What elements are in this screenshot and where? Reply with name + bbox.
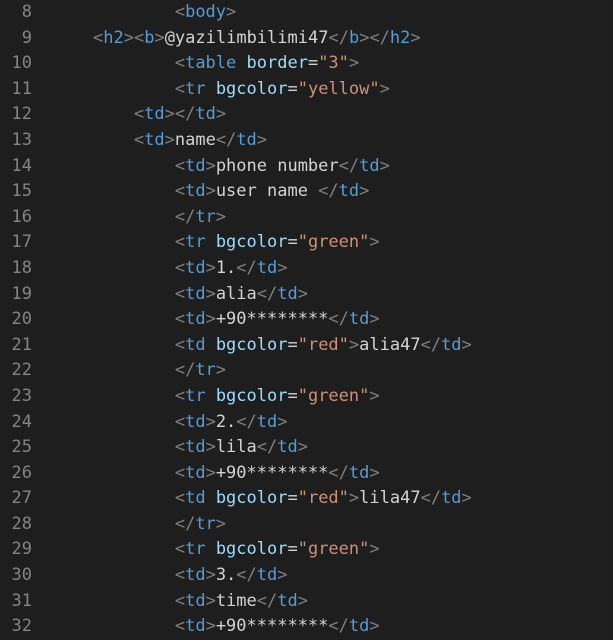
code-line[interactable]: <td>alia</td> xyxy=(52,282,613,308)
code-editor[interactable]: 8910111213141516171819202122232425262728… xyxy=(0,0,613,640)
line-number: 15 xyxy=(0,179,32,205)
line-number: 27 xyxy=(0,486,32,512)
code-line[interactable]: <tr bgcolor="green"> xyxy=(52,384,613,410)
line-number: 24 xyxy=(0,410,32,436)
line-number: 31 xyxy=(0,589,32,615)
line-number: 12 xyxy=(0,102,32,128)
line-number: 11 xyxy=(0,77,32,103)
line-number: 16 xyxy=(0,205,32,231)
code-line[interactable]: </tr> xyxy=(52,358,613,384)
code-line[interactable]: <tr bgcolor="green"> xyxy=(52,230,613,256)
line-number: 25 xyxy=(0,435,32,461)
line-number: 18 xyxy=(0,256,32,282)
line-number: 9 xyxy=(0,26,32,52)
line-number: 32 xyxy=(0,614,32,640)
code-line[interactable]: <td></td> xyxy=(52,102,613,128)
line-number: 19 xyxy=(0,282,32,308)
code-line[interactable]: <td>name</td> xyxy=(52,128,613,154)
code-line[interactable]: <td>2.</td> xyxy=(52,410,613,436)
line-number: 26 xyxy=(0,461,32,487)
code-line[interactable]: <td>1.</td> xyxy=(52,256,613,282)
line-number: 20 xyxy=(0,307,32,333)
code-line[interactable]: <table border="3"> xyxy=(52,51,613,77)
line-number: 23 xyxy=(0,384,32,410)
code-line[interactable]: <td>user name </td> xyxy=(52,179,613,205)
code-line[interactable]: <td>+90********</td> xyxy=(52,307,613,333)
code-line[interactable]: <td>+90********</td> xyxy=(52,614,613,640)
code-line[interactable]: <h2><b>@yazilimbilimi47</b></h2> xyxy=(52,26,613,52)
line-number-gutter: 8910111213141516171819202122232425262728… xyxy=(0,0,48,640)
code-line[interactable]: </tr> xyxy=(52,512,613,538)
code-line[interactable]: <td>lila</td> xyxy=(52,435,613,461)
line-number: 13 xyxy=(0,128,32,154)
line-number: 17 xyxy=(0,230,32,256)
code-line[interactable]: <tr bgcolor="green"> xyxy=(52,537,613,563)
code-line[interactable]: <td>+90********</td> xyxy=(52,461,613,487)
code-line[interactable]: <td bgcolor="red">lila47</td> xyxy=(52,486,613,512)
code-line[interactable]: <body> xyxy=(52,0,613,26)
line-number: 28 xyxy=(0,512,32,538)
code-line[interactable]: <td>3.</td> xyxy=(52,563,613,589)
line-number: 30 xyxy=(0,563,32,589)
line-number: 14 xyxy=(0,154,32,180)
code-line[interactable]: <td>time</td> xyxy=(52,589,613,615)
code-line[interactable]: <tr bgcolor="yellow"> xyxy=(52,77,613,103)
line-number: 10 xyxy=(0,51,32,77)
code-line[interactable]: <td bgcolor="red">alia47</td> xyxy=(52,333,613,359)
line-number: 22 xyxy=(0,358,32,384)
code-line[interactable]: </tr> xyxy=(52,205,613,231)
code-area[interactable]: <body> <h2><b>@yazilimbilimi47</b></h2> … xyxy=(48,0,613,640)
line-number: 21 xyxy=(0,333,32,359)
line-number: 29 xyxy=(0,537,32,563)
line-number: 8 xyxy=(0,0,32,26)
code-line[interactable]: <td>phone number</td> xyxy=(52,154,613,180)
